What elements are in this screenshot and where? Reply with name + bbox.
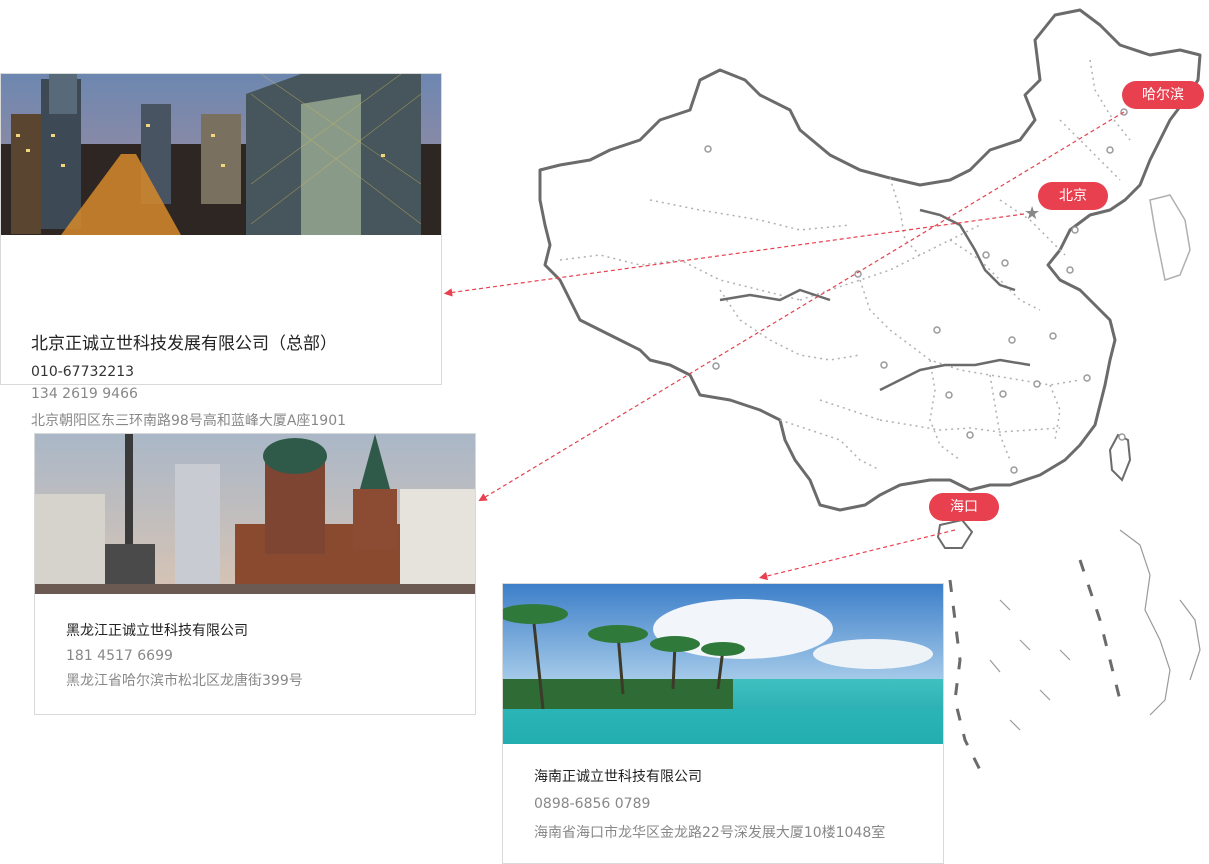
haikou-photo bbox=[503, 584, 943, 744]
office-phone-beijing: 010-67732213 bbox=[31, 364, 135, 380]
harbin-photo bbox=[35, 434, 475, 594]
office-mobile-beijing: 134 2619 9466 bbox=[31, 386, 138, 402]
pin-haikou[interactable]: 海口 bbox=[929, 493, 999, 521]
office-name-heilongjiang: 黑龙江正诚立世科技有限公司 bbox=[66, 623, 248, 639]
pin-beijing[interactable]: 北京 bbox=[1038, 182, 1108, 210]
office-name-hainan: 海南正诚立世科技有限公司 bbox=[534, 769, 702, 785]
office-mobile-heilongjiang: 181 4517 6699 bbox=[66, 648, 173, 664]
connector-haikou bbox=[758, 529, 956, 581]
beijing-photo bbox=[1, 74, 441, 235]
capital-star-icon: ★ bbox=[1024, 203, 1040, 224]
china-outline bbox=[538, 8, 1202, 512]
office-phone-hainan: 0898-6856 0789 bbox=[534, 796, 651, 812]
office-card-heilongjiang: 黑龙江正诚立世科技有限公司 181 4517 6699 黑龙江省哈尔滨市松北区龙… bbox=[34, 433, 476, 715]
hainan-outline bbox=[936, 518, 974, 549]
office-card-hainan: 海南正诚立世科技有限公司 0898-6856 0789 海南省海口市龙华区金龙路… bbox=[502, 583, 944, 864]
office-name-beijing: 北京正诚立世科技发展有限公司（总部） bbox=[31, 334, 337, 354]
office-address-hainan: 海南省海口市龙华区金龙路22号深发展大厦10楼1048室 bbox=[534, 825, 886, 841]
korea-outline bbox=[1149, 194, 1191, 281]
office-address-beijing: 北京朝阳区东三环南路98号高和蓝峰大厦A座1901 bbox=[31, 413, 347, 429]
pin-harbin[interactable]: 哈尔滨 bbox=[1122, 81, 1204, 109]
taiwan-outline bbox=[1108, 433, 1132, 482]
office-address-heilongjiang: 黑龙江省哈尔滨市松北区龙唐街399号 bbox=[66, 673, 303, 689]
island-dots bbox=[989, 529, 1201, 731]
office-card-beijing: 北京正诚立世科技发展有限公司（总部） 010-67732213 134 2619… bbox=[0, 73, 442, 429]
south-sea-border bbox=[948, 559, 1122, 771]
